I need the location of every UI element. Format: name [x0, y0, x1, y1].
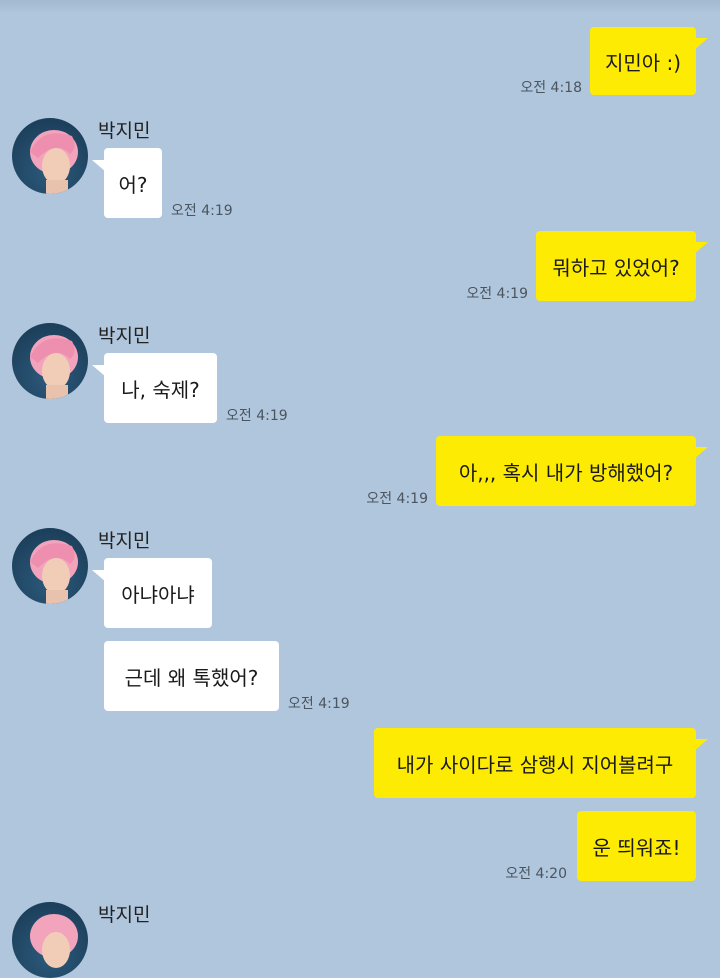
- their-message-bubble[interactable]: 어?: [104, 148, 162, 218]
- my-message-bubble[interactable]: 뭐하고 있었어?: [536, 231, 696, 301]
- profile-photo-icon: [30, 130, 78, 194]
- profile-photo-icon: [30, 335, 78, 399]
- profile-photo-icon: [30, 914, 78, 968]
- message-time: 오전 4:19: [366, 491, 428, 507]
- profile-photo-icon: [30, 540, 78, 604]
- top-edge: [0, 0, 720, 14]
- sender-avatar[interactable]: [12, 528, 88, 604]
- message-time: 오전 4:19: [288, 696, 350, 712]
- message-time: 오전 4:20: [505, 866, 567, 882]
- sender-name: 박지민: [98, 530, 151, 552]
- bubble-tail: [694, 447, 708, 459]
- sender-name: 박지민: [98, 325, 151, 347]
- sender-name: 박지민: [98, 120, 151, 142]
- my-message-bubble[interactable]: 운 띄워죠!: [577, 811, 696, 881]
- sender-avatar[interactable]: [12, 902, 88, 978]
- my-message-bubble[interactable]: 지민아 :): [590, 27, 696, 95]
- sender-avatar[interactable]: [12, 118, 88, 194]
- message-time: 오전 4:18: [520, 80, 582, 96]
- sender-avatar[interactable]: [12, 323, 88, 399]
- message-time: 오전 4:19: [226, 408, 288, 424]
- their-message-bubble[interactable]: 아냐아냐: [104, 558, 212, 628]
- my-message-bubble[interactable]: 내가 사이다로 삼행시 지어볼려구: [374, 728, 696, 798]
- bubble-tail: [694, 739, 708, 751]
- message-time: 오전 4:19: [466, 286, 528, 302]
- sender-name: 박지민: [98, 904, 151, 926]
- bubble-tail: [694, 242, 708, 254]
- bubble-tail: [694, 38, 708, 50]
- my-message-bubble[interactable]: 아,,, 혹시 내가 방해했어?: [436, 436, 696, 506]
- message-time: 오전 4:19: [171, 203, 233, 219]
- their-message-bubble[interactable]: 근데 왜 톡했어?: [104, 641, 279, 711]
- their-message-bubble[interactable]: 나, 숙제?: [104, 353, 217, 423]
